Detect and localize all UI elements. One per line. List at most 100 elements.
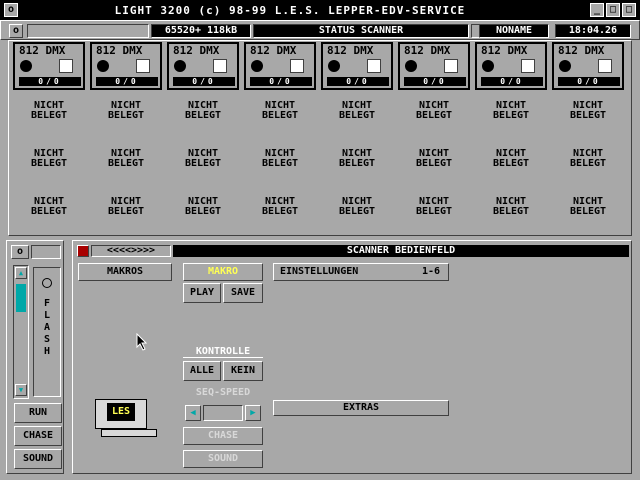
channel-bar: 0/0 <box>173 77 235 86</box>
einstellungen-range: 1-6 <box>421 266 440 277</box>
vertical-scrollbar[interactable]: ▲ ▼ <box>13 265 29 399</box>
maximize-icon: □ <box>609 4 617 15</box>
scanner-channel-tile[interactable]: 812 DMX 0/0 <box>321 42 393 90</box>
arrow-right-icon: ▶ <box>250 408 256 418</box>
not-assigned-slot[interactable]: NICHT BELEGT <box>90 101 162 121</box>
sound-mode-button[interactable]: SOUND <box>183 450 263 468</box>
speed-value-field[interactable] <box>203 405 243 421</box>
einstellungen-button[interactable]: EINSTELLUNGEN 1-6 <box>273 263 449 281</box>
not-assigned-line2: BELEGT <box>415 206 453 217</box>
not-assigned-slot[interactable]: NICHT BELEGT <box>321 197 393 217</box>
seq-speed-label: SEQ-SPEED <box>195 387 251 398</box>
channel-bar: 0/0 <box>19 77 81 86</box>
channel-label: 812 DMX <box>173 44 220 57</box>
scanner-control-panel: <<<<>>>> SCANNER BEDIENFELD MAKROS MAKRO… <box>72 240 632 474</box>
not-assigned-slot[interactable]: NICHT BELEGT <box>13 197 85 217</box>
channel-square-icon <box>136 59 150 73</box>
run-button[interactable]: RUN <box>14 403 62 423</box>
resize-button[interactable]: □ <box>622 3 636 17</box>
not-assigned-slot[interactable]: NICHT BELEGT <box>167 149 239 169</box>
save-button[interactable]: SAVE <box>223 283 263 303</box>
makro-button[interactable]: MAKRO <box>183 263 263 281</box>
scroll-up-arrow-icon[interactable]: ▲ <box>15 267 27 279</box>
flash-panel[interactable]: FLASH <box>33 267 61 397</box>
nav-arrows[interactable]: <<<<>>>> <box>91 245 171 257</box>
status-title: STATUS SCANNER <box>253 24 469 38</box>
channel-dot-icon <box>328 60 340 72</box>
not-assigned-slot[interactable]: NICHT BELEGT <box>90 149 162 169</box>
close-window-button[interactable]: o <box>4 3 18 17</box>
not-assigned-slot[interactable]: NICHT BELEGT <box>552 149 624 169</box>
scanner-channel-tile[interactable]: 812 DMX 0/0 <box>13 42 85 90</box>
scroll-thumb[interactable] <box>16 284 26 312</box>
channel-square-icon <box>521 59 535 73</box>
not-assigned-line2: BELEGT <box>338 206 376 217</box>
scanner-channel-tile[interactable]: 812 DMX 0/0 <box>475 42 547 90</box>
minimize-icon: _ <box>593 4 601 15</box>
channel-label: 812 DMX <box>558 44 605 57</box>
status-menu-button[interactable]: o <box>9 24 23 38</box>
not-assigned-line2: BELEGT <box>30 110 68 121</box>
not-assigned-slot[interactable]: NICHT BELEGT <box>321 149 393 169</box>
not-assigned-line2: BELEGT <box>261 158 299 169</box>
channel-square-icon <box>444 59 458 73</box>
not-assigned-slot[interactable]: NICHT BELEGT <box>13 149 85 169</box>
makros-button[interactable]: MAKROS <box>78 263 172 281</box>
extras-button[interactable]: EXTRAS <box>273 400 449 416</box>
channel-bar: 0/0 <box>558 77 620 86</box>
scroll-down-arrow-icon[interactable]: ▼ <box>15 384 27 396</box>
flash-indicator-icon <box>42 278 52 288</box>
not-assigned-line2: BELEGT <box>569 110 607 121</box>
memory-readout: 65520+ 118kB <box>151 24 251 38</box>
scanner-grid: 812 DMX 0/0 812 DMX 0/0 812 DMX 0/0 812 DMX 0/0… <box>8 40 632 236</box>
not-assigned-line2: BELEGT <box>107 158 145 169</box>
chase-mode-button[interactable]: CHASE <box>183 427 263 445</box>
not-assigned-line2: BELEGT <box>30 206 68 217</box>
not-assigned-line2: BELEGT <box>107 110 145 121</box>
not-assigned-line2: BELEGT <box>338 158 376 169</box>
speed-increase-button[interactable]: ▶ <box>245 405 261 421</box>
not-assigned-slot[interactable]: NICHT BELEGT <box>475 149 547 169</box>
panel-menu-button[interactable]: o <box>11 245 29 259</box>
not-assigned-line2: BELEGT <box>569 158 607 169</box>
not-assigned-slot[interactable]: NICHT BELEGT <box>244 149 316 169</box>
channel-dot-icon <box>405 60 417 72</box>
speed-decrease-button[interactable]: ◀ <box>185 405 201 421</box>
panel-close-button[interactable] <box>77 245 89 257</box>
not-assigned-slot[interactable]: NICHT BELEGT <box>244 101 316 121</box>
channel-dot-icon <box>482 60 494 72</box>
alle-button[interactable]: ALLE <box>183 361 221 381</box>
scanner-channel-tile[interactable]: 812 DMX 0/0 <box>167 42 239 90</box>
not-assigned-slot[interactable]: NICHT BELEGT <box>90 197 162 217</box>
not-assigned-slot[interactable]: NICHT BELEGT <box>398 101 470 121</box>
channel-label: 812 DMX <box>250 44 297 57</box>
not-assigned-slot[interactable]: NICHT BELEGT <box>321 101 393 121</box>
minimize-button[interactable]: _ <box>590 3 604 17</box>
not-assigned-slot[interactable]: NICHT BELEGT <box>398 197 470 217</box>
not-assigned-slot[interactable]: NICHT BELEGT <box>13 101 85 121</box>
maximize-button[interactable]: □ <box>606 3 620 17</box>
play-button[interactable]: PLAY <box>183 283 221 303</box>
not-assigned-slot[interactable]: NICHT BELEGT <box>398 149 470 169</box>
einstellungen-label: EINSTELLUNGEN <box>280 266 359 277</box>
not-assigned-slot[interactable]: NICHT BELEGT <box>167 101 239 121</box>
kein-button[interactable]: KEIN <box>223 361 263 381</box>
channel-label: 812 DMX <box>96 44 143 57</box>
not-assigned-slot[interactable]: NICHT BELEGT <box>475 101 547 121</box>
not-assigned-line2: BELEGT <box>492 206 530 217</box>
scanner-channel-tile[interactable]: 812 DMX 0/0 <box>90 42 162 90</box>
scanner-channel-tile[interactable]: 812 DMX 0/0 <box>398 42 470 90</box>
chase-button[interactable]: CHASE <box>14 426 62 446</box>
mouse-cursor-icon <box>136 333 148 351</box>
channel-dot-icon <box>559 60 571 72</box>
not-assigned-slot[interactable]: NICHT BELEGT <box>167 197 239 217</box>
scanner-channel-tile[interactable]: 812 DMX 0/0 <box>244 42 316 90</box>
not-assigned-slot[interactable]: NICHT BELEGT <box>552 197 624 217</box>
not-assigned-slot[interactable]: NICHT BELEGT <box>552 101 624 121</box>
sound-button[interactable]: SOUND <box>14 449 62 469</box>
scanner-channel-tile[interactable]: 812 DMX 0/0 <box>552 42 624 90</box>
not-assigned-line2: BELEGT <box>415 110 453 121</box>
title-bar: o LIGHT 3200 (c) 98-99 L.E.S. LEPPER-EDV… <box>0 0 640 20</box>
not-assigned-slot[interactable]: NICHT BELEGT <box>244 197 316 217</box>
not-assigned-slot[interactable]: NICHT BELEGT <box>475 197 547 217</box>
